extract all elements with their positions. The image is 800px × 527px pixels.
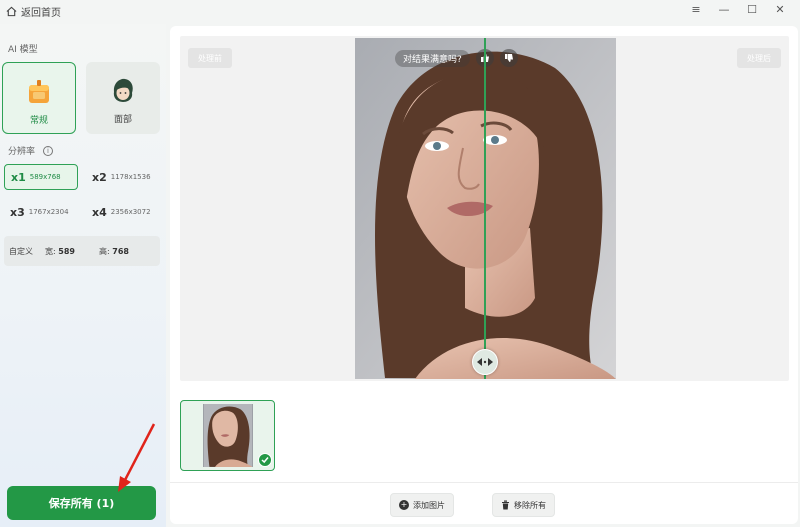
custom-size-row[interactable]: 自定义 宽: 589 高: 768 <box>4 236 160 266</box>
resolution-header: 分辨率 i <box>8 144 54 157</box>
resolution-option-x4[interactable]: x4 2356x3072 <box>86 199 160 225</box>
custom-label: 自定义 <box>9 246 33 256</box>
cake-icon <box>27 79 51 109</box>
add-icon: + <box>399 500 409 510</box>
resolution-dims: 589x768 <box>29 173 61 181</box>
resolution-scale: x4 <box>92 205 107 219</box>
feedback-question: 对结果满意吗? <box>395 49 470 67</box>
portrait-image: 对结果满意吗? <box>355 38 616 379</box>
height-label: 高: <box>99 246 110 256</box>
save-all-button[interactable]: 保存所有 (1) <box>7 486 156 520</box>
remove-all-button[interactable]: 移除所有 <box>492 493 555 517</box>
thumbs-down-icon[interactable] <box>499 49 518 67</box>
add-image-label: 添加图片 <box>413 500 445 510</box>
remove-all-label: 移除所有 <box>514 500 546 510</box>
minimize-icon[interactable]: — <box>718 3 730 17</box>
image-thumbnail[interactable] <box>180 400 275 471</box>
drag-arrows-icon <box>477 358 493 366</box>
window-controls: ≡ — ☐ ✕ <box>690 3 786 17</box>
custom-width-field[interactable]: 宽: 589 <box>45 246 99 257</box>
thumbnail-image <box>203 404 253 467</box>
resolution-title: 分辨率 <box>8 147 36 157</box>
custom-height-field[interactable]: 高: 768 <box>99 246 129 257</box>
resolution-row-2: x3 1767x2304 x4 2356x3072 <box>4 199 160 225</box>
bottom-divider <box>170 482 798 483</box>
before-tag: 处理前 <box>188 48 232 68</box>
resolution-dims: 1178x1536 <box>110 173 151 181</box>
main-panel: 处理前 处理后 对结果满意吗? + 添加图片 移除所有 <box>170 26 798 524</box>
ai-model-title: AI 模型 <box>8 45 38 55</box>
resolution-option-x2[interactable]: x2 1178x1536 <box>86 164 160 190</box>
menu-icon[interactable]: ≡ <box>690 3 702 17</box>
home-icon <box>6 6 17 17</box>
back-home-link[interactable]: 返回首页 <box>6 4 61 19</box>
add-image-button[interactable]: + 添加图片 <box>390 493 454 517</box>
resolution-dims: 2356x3072 <box>110 208 151 216</box>
info-icon[interactable]: i <box>43 145 54 156</box>
title-bar: 返回首页 ≡ — ☐ ✕ <box>0 0 800 22</box>
resolution-scale: x2 <box>92 170 107 184</box>
resolution-dims: 1767x2304 <box>28 208 69 216</box>
resolution-scale: x1 <box>11 170 26 184</box>
resolution-option-x3[interactable]: x3 1767x2304 <box>4 199 78 225</box>
resolution-row-1: x1 589x768 x2 1178x1536 <box>4 164 160 190</box>
model-label-general: 常规 <box>29 116 48 126</box>
back-home-label: 返回首页 <box>21 8 61 19</box>
face-icon <box>111 78 135 108</box>
compare-divider[interactable] <box>484 38 486 379</box>
maximize-icon[interactable]: ☐ <box>746 3 758 17</box>
trash-icon <box>502 500 509 510</box>
after-tag: 处理后 <box>737 48 781 68</box>
model-label-face: 面部 <box>113 115 132 125</box>
resolution-option-x1[interactable]: x1 589x768 <box>4 164 78 190</box>
width-label: 宽: <box>45 246 56 256</box>
model-card-face[interactable]: 面部 <box>86 62 160 134</box>
sidebar: AI 模型 常规 面部 分辨率 i x1 589x768 x2 1178x153… <box>0 24 166 527</box>
height-value: 768 <box>112 246 129 256</box>
resolution-scale: x3 <box>10 205 25 219</box>
compare-slider-handle[interactable] <box>472 349 498 375</box>
feedback-bar: 对结果满意吗? <box>395 49 518 67</box>
close-icon[interactable]: ✕ <box>774 3 786 17</box>
check-icon <box>258 453 272 467</box>
width-value: 589 <box>58 246 75 256</box>
model-card-general[interactable]: 常规 <box>2 62 76 134</box>
compare-preview: 处理前 处理后 对结果满意吗? <box>180 36 789 381</box>
